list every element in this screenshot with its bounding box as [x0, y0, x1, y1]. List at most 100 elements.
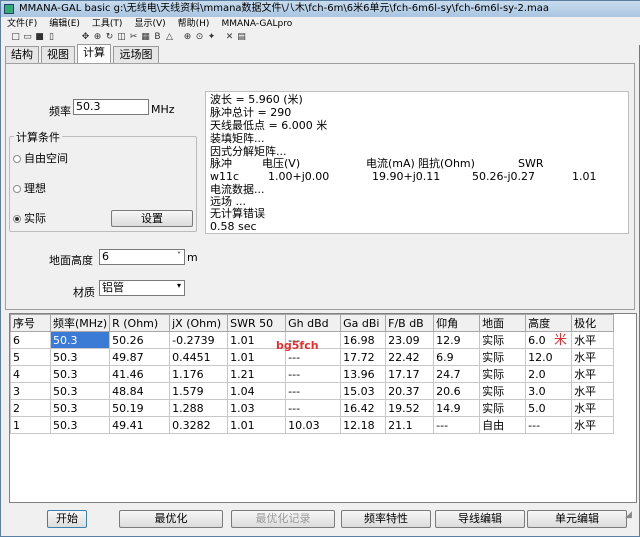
table-cell[interactable]: 实际	[479, 399, 527, 417]
table-cell[interactable]: 3.0	[525, 382, 573, 400]
table-cell[interactable]: 1.03	[227, 399, 287, 417]
table-cell[interactable]: ---	[433, 416, 481, 434]
col-header[interactable]: Gh dBd	[285, 314, 342, 332]
table-cell[interactable]: 50.19	[109, 399, 171, 417]
radio-free-space[interactable]: 自由空间	[13, 153, 68, 165]
table-cell[interactable]: 5	[10, 348, 51, 366]
table-cell[interactable]: 2.0	[525, 365, 573, 383]
table-cell[interactable]: ---	[285, 399, 342, 417]
table-cell[interactable]: 12.18	[340, 416, 387, 434]
open-file-icon[interactable]: ▭	[23, 33, 32, 42]
height-spin-icon[interactable]: ˅	[177, 251, 181, 260]
table-cell[interactable]: 5.0	[525, 399, 573, 417]
table-cell[interactable]: 13.96	[340, 365, 387, 383]
table-cell[interactable]: 50.26	[109, 331, 171, 349]
table-cell[interactable]: 1.04	[227, 382, 287, 400]
table-cell[interactable]: 1	[10, 416, 51, 434]
table-cell[interactable]: 14.9	[433, 399, 481, 417]
tab-farfield[interactable]: 远场图	[113, 46, 159, 63]
table-cell[interactable]: 12.0	[525, 348, 573, 366]
table-cell[interactable]: ---	[285, 365, 342, 383]
table-cell[interactable]: 实际	[479, 382, 527, 400]
table-cell[interactable]: 50.3	[49, 399, 111, 417]
col-header[interactable]: 地面	[479, 314, 527, 332]
table-cell[interactable]: 6.9	[433, 348, 481, 366]
table-cell[interactable]: 24.7	[433, 365, 481, 383]
info-icon[interactable]: ▯	[47, 33, 56, 42]
table-cell[interactable]: 17.17	[385, 365, 435, 383]
table-cell[interactable]: -0.2739	[169, 331, 229, 349]
tab-structure[interactable]: 结构	[5, 46, 39, 63]
table-cell[interactable]: 12.9	[433, 331, 481, 349]
table-cell[interactable]: 1.176	[169, 365, 229, 383]
menu-view[interactable]: 显示(V)	[128, 17, 171, 31]
optimize-log-button[interactable]: 最优化记录	[231, 510, 335, 528]
table-cell[interactable]: 自由	[479, 416, 527, 434]
table-cell[interactable]: 0.3282	[169, 416, 229, 434]
table-cell[interactable]: 1.21	[227, 365, 287, 383]
tab-calculate[interactable]: 计算	[77, 44, 111, 63]
element-edit-button[interactable]: 单元编辑	[527, 510, 627, 528]
table-cell[interactable]: 水平	[571, 365, 615, 383]
table-cell[interactable]: 水平	[571, 382, 615, 400]
table-cell[interactable]: 6	[10, 331, 51, 349]
col-header[interactable]: 仰角	[433, 314, 481, 332]
settings-icon[interactable]: ✦	[207, 33, 216, 42]
freq-response-button[interactable]: 频率特性	[341, 510, 431, 528]
table-cell[interactable]: 1.288	[169, 399, 229, 417]
table-cell[interactable]: 41.46	[109, 365, 171, 383]
table-cell[interactable]: 19.52	[385, 399, 435, 417]
table-cell[interactable]: 50.3	[49, 365, 111, 383]
table-cell[interactable]: 水平	[571, 416, 615, 434]
table-cell[interactable]: 23.09	[385, 331, 435, 349]
menu-help[interactable]: 帮助(H)	[172, 17, 216, 31]
table-row[interactable]: 4 50.3 41.46 1.176 1.21 --- 13.96 17.17 …	[10, 365, 615, 383]
table-cell[interactable]: 实际	[479, 348, 527, 366]
table-cell[interactable]: 50.3	[49, 348, 111, 366]
menu-file[interactable]: 文件(F)	[1, 17, 43, 31]
table-cell[interactable]: 实际	[479, 365, 527, 383]
table-cell[interactable]: 50.3	[49, 416, 111, 434]
bold-icon[interactable]: B	[153, 33, 162, 42]
menu-pro[interactable]: MMANA-GALpro	[215, 17, 298, 31]
table-cell[interactable]: 48.84	[109, 382, 171, 400]
table-row[interactable]: 2 50.3 50.19 1.288 1.03 --- 16.42 19.52 …	[10, 399, 615, 417]
triangle-icon[interactable]: △	[165, 33, 174, 42]
table-cell-selected[interactable]: 50.3	[49, 331, 111, 349]
col-header[interactable]: 序号	[10, 314, 51, 332]
col-header[interactable]: jX (Ohm)	[169, 314, 229, 332]
menu-edit[interactable]: 编辑(E)	[43, 17, 86, 31]
tools-icon[interactable]: ✕	[225, 33, 234, 42]
table-cell[interactable]: 水平	[571, 399, 615, 417]
new-file-icon[interactable]: □	[11, 33, 20, 42]
table-cell[interactable]: 10.03	[285, 416, 342, 434]
col-header[interactable]: SWR 50	[227, 314, 287, 332]
col-header[interactable]: R (Ohm)	[109, 314, 171, 332]
save-icon[interactable]: ■	[35, 33, 44, 42]
table-cell[interactable]: 49.87	[109, 348, 171, 366]
circle-icon[interactable]: ⊙	[195, 33, 204, 42]
col-header[interactable]: 频率(MHz)	[49, 314, 111, 332]
start-button[interactable]: 开始	[47, 510, 87, 528]
material-select[interactable]: 铝管	[99, 280, 185, 296]
table-cell[interactable]: 49.41	[109, 416, 171, 434]
table-cell[interactable]: 17.72	[340, 348, 387, 366]
col-header[interactable]: 极化	[571, 314, 615, 332]
table-row[interactable]: 3 50.3 48.84 1.579 1.04 --- 15.03 20.37 …	[10, 382, 615, 400]
radio-ideal[interactable]: 理想	[13, 183, 46, 195]
height-input[interactable]: 6	[99, 249, 185, 265]
table-cell[interactable]: 4	[10, 365, 51, 383]
table-cell[interactable]: 15.03	[340, 382, 387, 400]
table-cell[interactable]: 20.6	[433, 382, 481, 400]
table-cell[interactable]: 21.1	[385, 416, 435, 434]
wire-edit-button[interactable]: 导线编辑	[435, 510, 525, 528]
table-cell[interactable]: 1.01	[227, 416, 287, 434]
tab-view[interactable]: 视图	[41, 46, 75, 63]
col-header[interactable]: F/B dB	[385, 314, 435, 332]
optimize-button[interactable]: 最优化	[119, 510, 223, 528]
table-cell[interactable]: 实际	[479, 331, 527, 349]
move-icon[interactable]: ✥	[81, 33, 90, 42]
target-icon[interactable]: ⊕	[183, 33, 192, 42]
table-cell[interactable]: ---	[525, 416, 573, 434]
cut-icon[interactable]: ✂	[129, 33, 138, 42]
